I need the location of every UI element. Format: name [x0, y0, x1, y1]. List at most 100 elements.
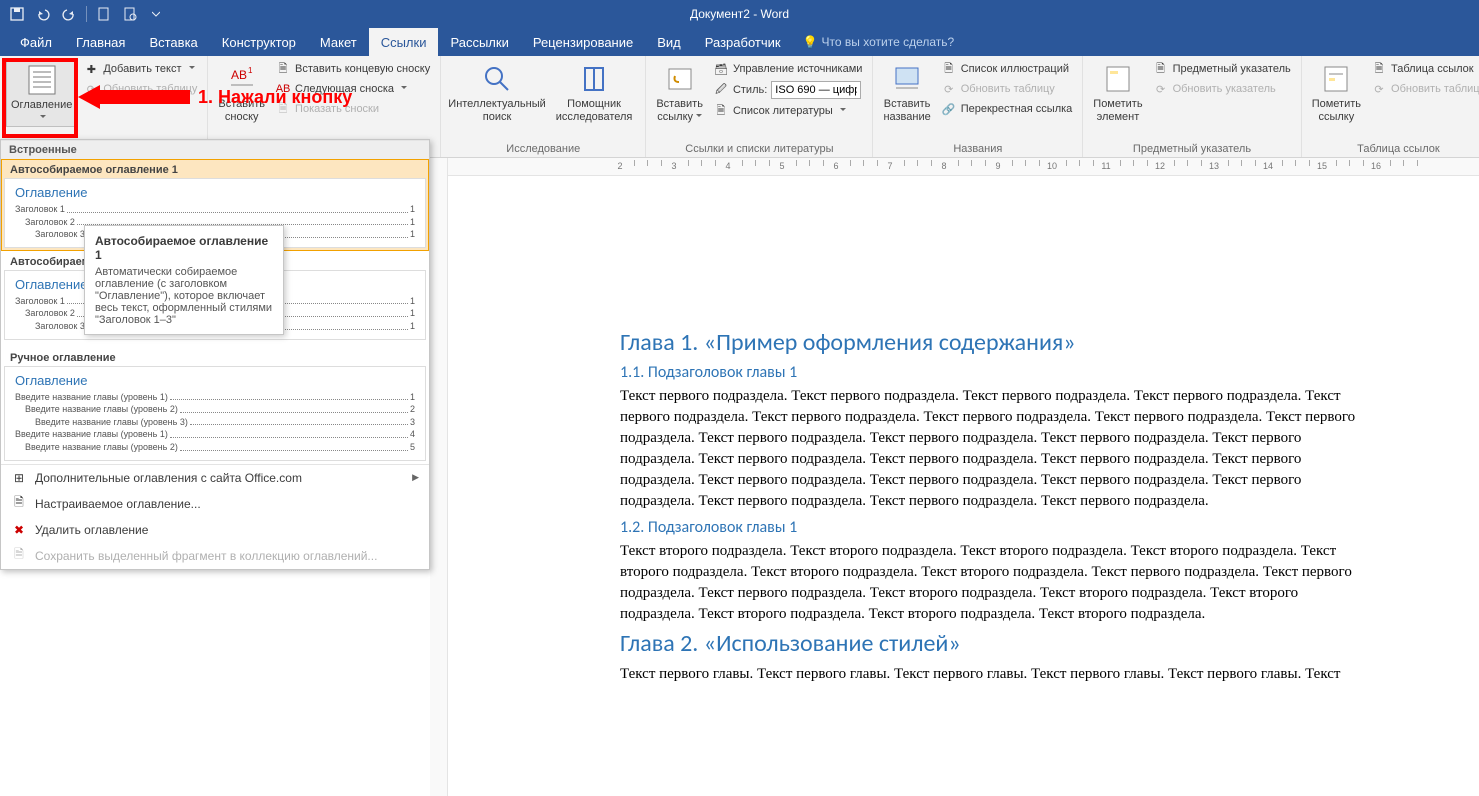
toc-icon [25, 63, 59, 97]
doc-paragraph-2: Текст второго подраздела. Текст второго … [620, 541, 1370, 625]
document-page[interactable]: Глава 1. «Пример оформления содержания» … [490, 188, 1430, 729]
print-preview-icon[interactable] [119, 3, 141, 25]
svg-text:1: 1 [248, 66, 253, 75]
undo-icon[interactable] [32, 3, 54, 25]
toc-gallery: Встроенные Автособираемое оглавление 1 О… [0, 139, 430, 570]
toc-style-manual[interactable]: Ручное оглавление Оглавление Введите наз… [1, 343, 429, 464]
bibliography-icon: 🗎 [713, 103, 729, 119]
insert-citation-label: Вставить ссылку [656, 98, 703, 123]
save-icon[interactable] [6, 3, 28, 25]
mark-entry-label: Пометить элемент [1093, 98, 1142, 123]
show-footnotes-button[interactable]: 🗎Показать сноски [271, 100, 434, 118]
tab-review[interactable]: Рецензирование [521, 28, 645, 56]
update-toc-button[interactable]: ⟳ Обновить таблицу [79, 80, 201, 98]
add-text-icon: ✚ [83, 61, 99, 77]
refresh-icon: ⟳ [941, 81, 957, 97]
group-citations-label: Ссылки и списки литературы [652, 143, 866, 157]
add-text-label: Добавить текст [103, 63, 181, 75]
group-research: Интеллектуальный поиск Помощник исследов… [441, 56, 646, 157]
show-footnotes-label: Показать сноски [295, 103, 379, 115]
smart-lookup-button[interactable]: Интеллектуальный поиск [447, 60, 547, 125]
crossref-label: Перекрестная ссылка [961, 103, 1073, 115]
endnote-icon: 🗎 [275, 61, 291, 77]
insert-citation-button[interactable]: Вставить ссылку [652, 60, 707, 125]
crossref-icon: 🔗 [941, 101, 957, 117]
toc-style-manual-name: Ручное оглавление [4, 346, 426, 366]
footnote-icon: AB1 [225, 62, 259, 96]
tab-design[interactable]: Конструктор [210, 28, 308, 56]
tooltip-title: Автособираемое оглавление 1 [95, 234, 273, 262]
update-figures-button[interactable]: ⟳Обновить таблицу [937, 80, 1077, 98]
tell-me[interactable]: 💡 Что вы хотите сделать? [803, 28, 955, 56]
tof-icon: 🗎 [941, 61, 957, 77]
doc-paragraph-1: Текст первого подраздела. Текст первого … [620, 386, 1370, 512]
toc-label: Оглавление [11, 99, 72, 124]
style-label: Стиль: [733, 84, 767, 96]
tab-layout[interactable]: Макет [308, 28, 369, 56]
insert-caption-button[interactable]: Вставить название [879, 60, 934, 125]
insert-footnote-label: Вставить сноску [218, 98, 265, 123]
group-captions-label: Названия [879, 143, 1076, 157]
more-toc-office[interactable]: ⊞Дополнительные оглавления с сайта Offic… [1, 465, 429, 491]
update-toc-label: Обновить таблицу [103, 83, 197, 95]
new-doc-icon[interactable] [93, 3, 115, 25]
remove-toc[interactable]: ✖Удалить оглавление [1, 517, 429, 543]
mark-citation-button[interactable]: Пометить ссылку [1308, 60, 1365, 125]
gallery-footer: ⊞Дополнительные оглавления с сайта Offic… [1, 464, 429, 569]
tab-references[interactable]: Ссылки [369, 28, 439, 56]
update-index-label: Обновить указатель [1173, 83, 1276, 95]
refresh-icon: ⟳ [83, 81, 99, 97]
table-of-figures-button[interactable]: 🗎Список иллюстраций [937, 60, 1077, 78]
bibliography-label: Список литературы [733, 105, 833, 117]
mark-entry-icon [1101, 62, 1135, 96]
doc-heading2-b: 1.2. Подзаголовок главы 1 [620, 518, 1370, 537]
chevron-right-icon: ▶ [412, 472, 419, 483]
custom-toc[interactable]: 🗎Настраиваемое оглавление... [1, 491, 429, 517]
toc-style-auto1-name: Автособираемое оглавление 1 [4, 162, 426, 178]
tab-view[interactable]: Вид [645, 28, 693, 56]
save-toc-selection: 🗎Сохранить выделенный фрагмент в коллекц… [1, 543, 429, 569]
group-captions: Вставить название 🗎Список иллюстраций ⟳О… [873, 56, 1083, 157]
separator [86, 6, 87, 22]
mark-citation-icon [1319, 62, 1353, 96]
smart-lookup-label: Интеллектуальный поиск [448, 98, 545, 123]
caption-icon [890, 62, 924, 96]
next-footnote-button[interactable]: ABСледующая сноска [271, 80, 434, 98]
tab-home[interactable]: Главная [64, 28, 137, 56]
tab-developer[interactable]: Разработчик [693, 28, 793, 56]
manage-sources-button[interactable]: 🗃 Управление источниками [709, 60, 866, 78]
doc-heading1-b: Глава 2. «Использование стилей» [620, 629, 1370, 658]
redo-icon[interactable] [58, 3, 80, 25]
remove-icon: ✖ [11, 522, 27, 538]
update-index-button[interactable]: ⟳Обновить указатель [1149, 80, 1295, 98]
bibliography-button[interactable]: 🗎 Список литературы [709, 102, 866, 120]
manage-sources-icon: 🗃 [713, 61, 729, 77]
insert-endnote-button[interactable]: 🗎Вставить концевую сноску [271, 60, 434, 78]
tooltip-body: Автоматически собираемое оглавление (с з… [95, 266, 273, 326]
manage-sources-label: Управление источниками [733, 63, 862, 75]
cross-reference-button[interactable]: 🔗 Перекрестная ссылка [937, 100, 1077, 118]
document-workspace: 2345678910111213141516 Глава 1. «Пример … [430, 158, 1479, 796]
researcher-button[interactable]: Помощник исследователя [549, 60, 639, 125]
update-toa-button[interactable]: ⟳Обновить таблицу [1367, 80, 1479, 98]
tell-me-label: Что вы хотите сделать? [822, 35, 955, 49]
researcher-label: Помощник исследователя [553, 98, 635, 123]
toc-button[interactable]: Оглавление [6, 60, 77, 127]
insert-toa-button[interactable]: 🗎Таблица ссылок [1367, 60, 1479, 78]
book-icon [577, 62, 611, 96]
next-footnote-label: Следующая сноска [295, 83, 394, 95]
mark-citation-label: Пометить ссылку [1312, 98, 1361, 123]
add-text-button[interactable]: ✚ Добавить текст [79, 60, 201, 78]
window-title: Документ2 - Word [690, 7, 789, 21]
ruler-horizontal[interactable]: 2345678910111213141516 [430, 158, 1479, 176]
insert-footnote-button[interactable]: AB1 Вставить сноску [214, 60, 269, 125]
qat-customize-icon[interactable] [145, 3, 167, 25]
insert-index-button[interactable]: 🗎Предметный указатель [1149, 60, 1295, 78]
tab-mailings[interactable]: Рассылки [438, 28, 520, 56]
tab-insert[interactable]: Вставка [137, 28, 209, 56]
mark-entry-button[interactable]: Пометить элемент [1089, 60, 1146, 125]
toc-style-manual-preview: Оглавление Введите название главы (урове… [4, 366, 426, 461]
group-research-label: Исследование [447, 143, 639, 157]
citation-style-select[interactable] [771, 81, 861, 99]
tab-file[interactable]: Файл [8, 28, 64, 56]
